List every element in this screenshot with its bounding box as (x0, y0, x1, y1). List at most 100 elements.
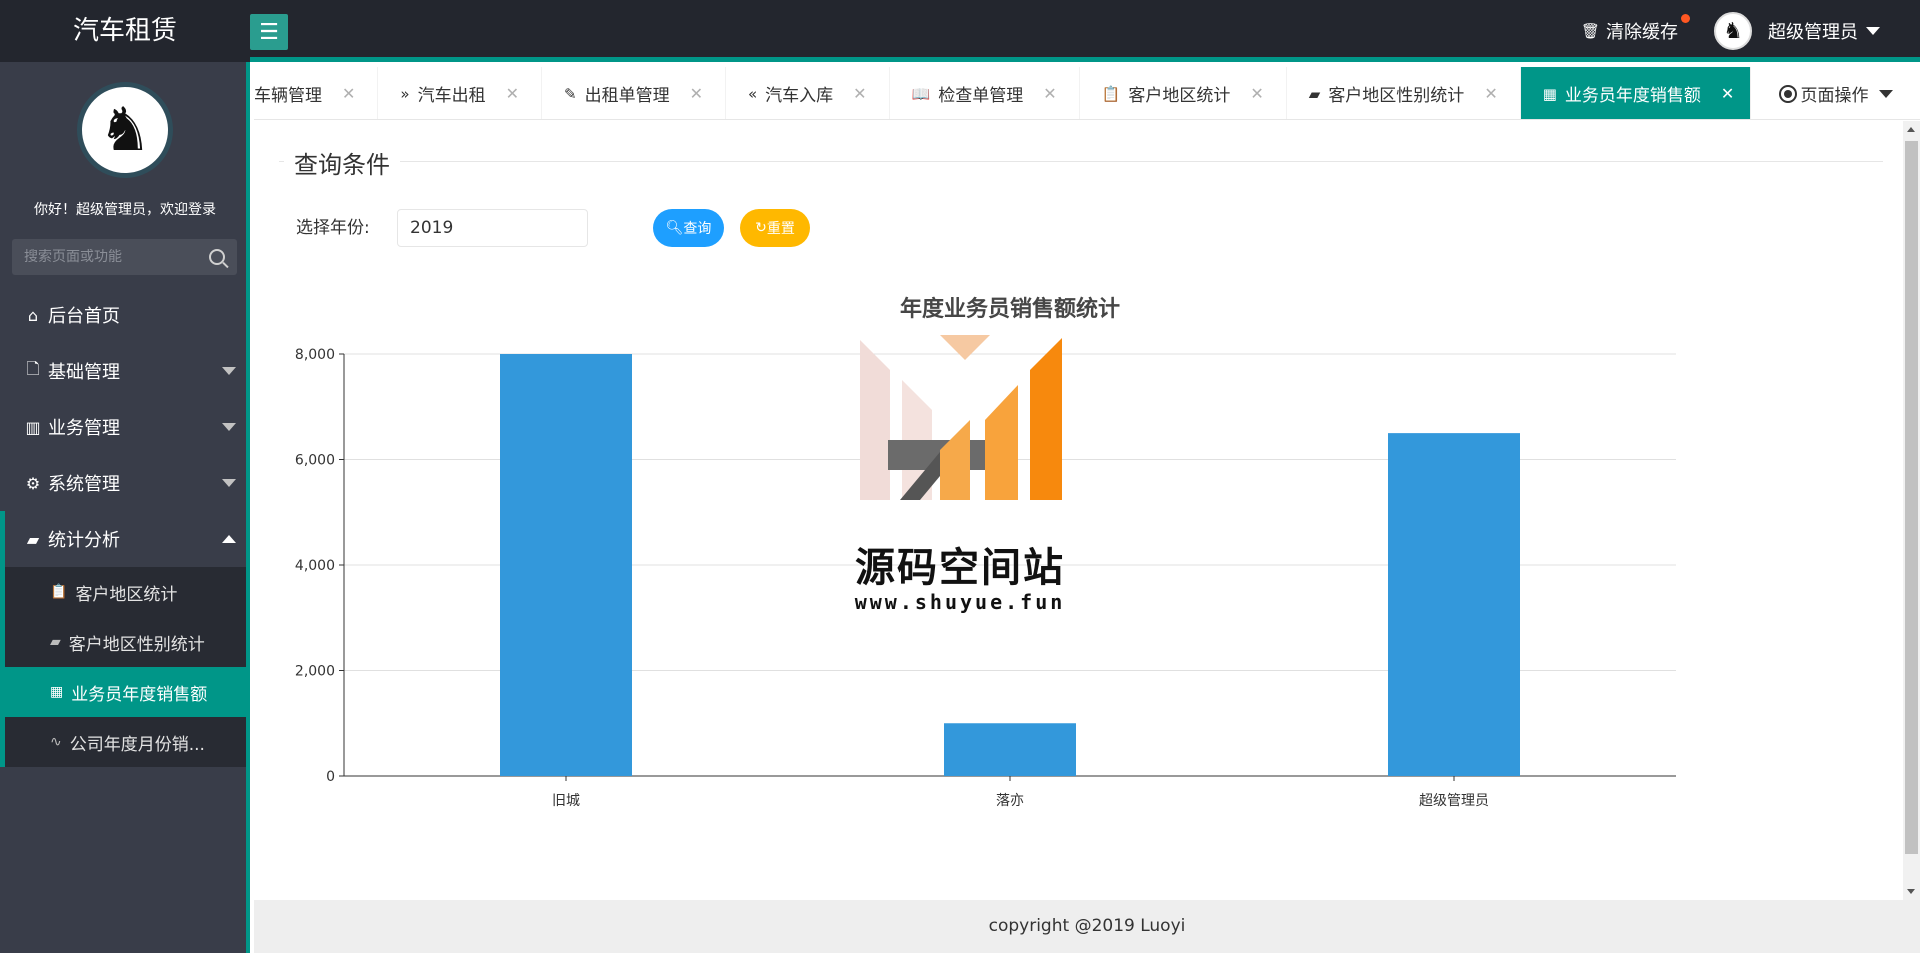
bar (1388, 433, 1520, 776)
close-icon[interactable]: ✕ (853, 84, 866, 103)
footer: copyright @2019 Luoyi (254, 900, 1920, 953)
close-icon[interactable]: ✕ (1721, 84, 1734, 103)
sidebar-search[interactable] (12, 239, 237, 275)
sidebar-subitem-customer-region[interactable]: 📋 客户地区统计 (0, 567, 250, 617)
scroll-up-icon[interactable] (1907, 127, 1915, 132)
tab-label: 出租单管理 (584, 86, 670, 106)
pulse-icon: ∿ (50, 734, 62, 750)
close-icon[interactable]: ✕ (1250, 84, 1263, 103)
tab-customer-region-gender[interactable]: ▰ 客户地区性别统计 ✕ (1287, 67, 1521, 119)
search-icon[interactable] (209, 249, 225, 265)
tab-label: 车辆管理 (254, 86, 322, 106)
main-content: 查询条件 选择年份: 🔍︎ 查询 ↻ 重置 年度业务员销售额统计 0 2,000 4,… (254, 121, 1903, 900)
tab-salesman-annual[interactable]: ▦ 业务员年度销售额 ✕ (1520, 67, 1758, 119)
tab-inspection-management[interactable]: 📖 检查单管理 ✕ (890, 67, 1080, 119)
close-icon[interactable]: ✕ (1484, 84, 1497, 103)
chevron-down-icon (222, 479, 236, 487)
submenu-list: 📋 客户地区统计 ▰ 客户地区性别统计 ▦ 业务员年度销售额 ∿ 公司年度月份销… (0, 567, 250, 767)
query-button-label: 查询 (683, 221, 712, 237)
notification-dot (1681, 14, 1690, 23)
sidebar-item-home[interactable]: ⌂ 后台首页 (0, 287, 250, 343)
y-tick-label: 6,000 (295, 453, 335, 469)
year-input[interactable] (397, 209, 588, 247)
tab-car-return[interactable]: « 汽车入库 ✕ (726, 67, 890, 119)
close-icon[interactable]: ✕ (342, 84, 355, 103)
sidebar-subitem-label: 客户地区统计 (75, 584, 178, 605)
sidebar-subitem-company-monthly[interactable]: ∿ 公司年度月份销... (0, 717, 250, 767)
year-label: 选择年份: (296, 218, 370, 238)
user-name-label: 超级管理员 (1768, 22, 1858, 43)
sidebar-item-label: 基础管理 (48, 362, 120, 383)
target-icon (1778, 84, 1797, 103)
tab-label: 汽车出租 (417, 86, 486, 106)
sidebar-item-basic[interactable]: 🗋 基础管理 (0, 343, 250, 399)
chevron-down-icon (222, 367, 236, 375)
close-icon[interactable]: ✕ (1043, 84, 1056, 103)
sidebar-item-statistics[interactable]: ▰ 统计分析 (0, 511, 250, 567)
search-icon: 🔍︎ (665, 220, 684, 236)
building-icon: ▥ (25, 417, 41, 437)
table-icon: ▦ (50, 684, 64, 700)
book-icon: 📖 (911, 84, 931, 103)
reset-button[interactable]: ↻ 重置 (740, 209, 810, 247)
edit-file-icon: ✎ (564, 84, 577, 103)
tab-car-rental[interactable]: » 汽车出租 ✕ (378, 67, 542, 119)
submenu-accent-bar (0, 567, 5, 767)
x-tick-label: 落亦 (996, 793, 1024, 809)
chart-screen-icon: ▰ (26, 529, 40, 549)
close-icon[interactable]: ✕ (690, 84, 703, 103)
menu-toggle-button[interactable]: ☰ (250, 14, 288, 50)
content-scrollbar[interactable] (1903, 121, 1920, 900)
chevron-up-icon (222, 535, 236, 543)
header-accent-line (250, 57, 1920, 62)
sidebar-subitem-customer-region-gender[interactable]: ▰ 客户地区性别统计 (0, 617, 250, 667)
sidebar-nav: ⌂ 后台首页 🗋 基础管理 ▥ 业务管理 ⚙ 系统管理 ▰ 统计分析 📋 客户地… (0, 287, 250, 767)
tab-label: 客户地区性别统计 (1328, 86, 1465, 106)
statistics-submenu: 📋 客户地区统计 ▰ 客户地区性别统计 ▦ 业务员年度销售额 ∿ 公司年度月份销… (0, 567, 250, 767)
user-menu[interactable]: 超级管理员 (1768, 18, 1880, 44)
table-icon: ▦ (1542, 84, 1557, 103)
sidebar-subitem-label: 业务员年度销售额 (71, 684, 208, 705)
top-header: 汽车租赁 ☰ 🗑 清除缓存 ♞ 超级管理员 (0, 0, 1920, 62)
bar (500, 354, 632, 776)
page-operations-menu[interactable]: 页面操作 (1750, 67, 1920, 119)
welcome-text: 你好！超级管理员，欢迎登录 (34, 202, 216, 218)
scroll-down-icon[interactable] (1907, 889, 1915, 894)
sidebar-item-system[interactable]: ⚙ 系统管理 (0, 455, 250, 511)
refresh-icon: ↻ (755, 220, 767, 236)
hamburger-icon: ☰ (259, 19, 279, 45)
clipboard-icon: 📋 (1101, 84, 1121, 103)
tab-vehicle-management[interactable]: 车辆管理 ✕ (254, 67, 379, 119)
clipboard-icon: 📋 (50, 584, 68, 600)
tab-rental-order-management[interactable]: ✎ 出租单管理 ✕ (542, 67, 726, 119)
app-title: 汽车租赁 (72, 16, 177, 46)
query-legend: 查询条件 (284, 145, 400, 180)
chart-screen-icon: ▰ (50, 634, 61, 650)
tab-label: 检查单管理 (938, 86, 1024, 106)
sidebar-accent-border (246, 62, 250, 953)
page-tabs: 车辆管理 ✕ » 汽车出租 ✕ ✎ 出租单管理 ✕ « 汽车入库 ✕ 📖 检查单… (254, 67, 1920, 120)
clear-cache-button[interactable]: 🗑 清除缓存 (1580, 14, 1690, 44)
sidebar-item-label: 统计分析 (48, 530, 120, 551)
sidebar-subitem-label: 客户地区性别统计 (68, 634, 205, 655)
close-icon[interactable]: ✕ (506, 84, 519, 103)
user-avatar[interactable]: ♞ (1714, 12, 1752, 50)
sidebar-item-business[interactable]: ▥ 业务管理 (0, 399, 250, 455)
chevron-down-icon (222, 423, 236, 431)
scrollbar-thumb[interactable] (1905, 141, 1918, 854)
sidebar-item-label: 系统管理 (48, 474, 120, 495)
chart-title: 年度业务员销售额统计 (900, 296, 1120, 322)
home-icon: ⌂ (27, 305, 39, 325)
reset-button-label: 重置 (766, 221, 795, 237)
horse-icon: ♞ (98, 95, 152, 165)
sidebar-subitem-salesman-annual[interactable]: ▦ 业务员年度销售额 (0, 667, 250, 717)
y-tick-label: 2,000 (295, 664, 335, 680)
tab-label: 汽车入库 (765, 86, 834, 106)
trash-icon: 🗑 (1580, 22, 1600, 40)
tab-customer-region[interactable]: 📋 客户地区统计 ✕ (1080, 67, 1287, 119)
sidebar-search-input[interactable] (24, 249, 194, 265)
file-icon: 🗋 (26, 358, 40, 378)
query-button[interactable]: 🔍︎ 查询 (653, 209, 724, 247)
double-chevron-right-icon: » (400, 84, 410, 103)
sidebar-item-label: 业务管理 (48, 418, 120, 439)
